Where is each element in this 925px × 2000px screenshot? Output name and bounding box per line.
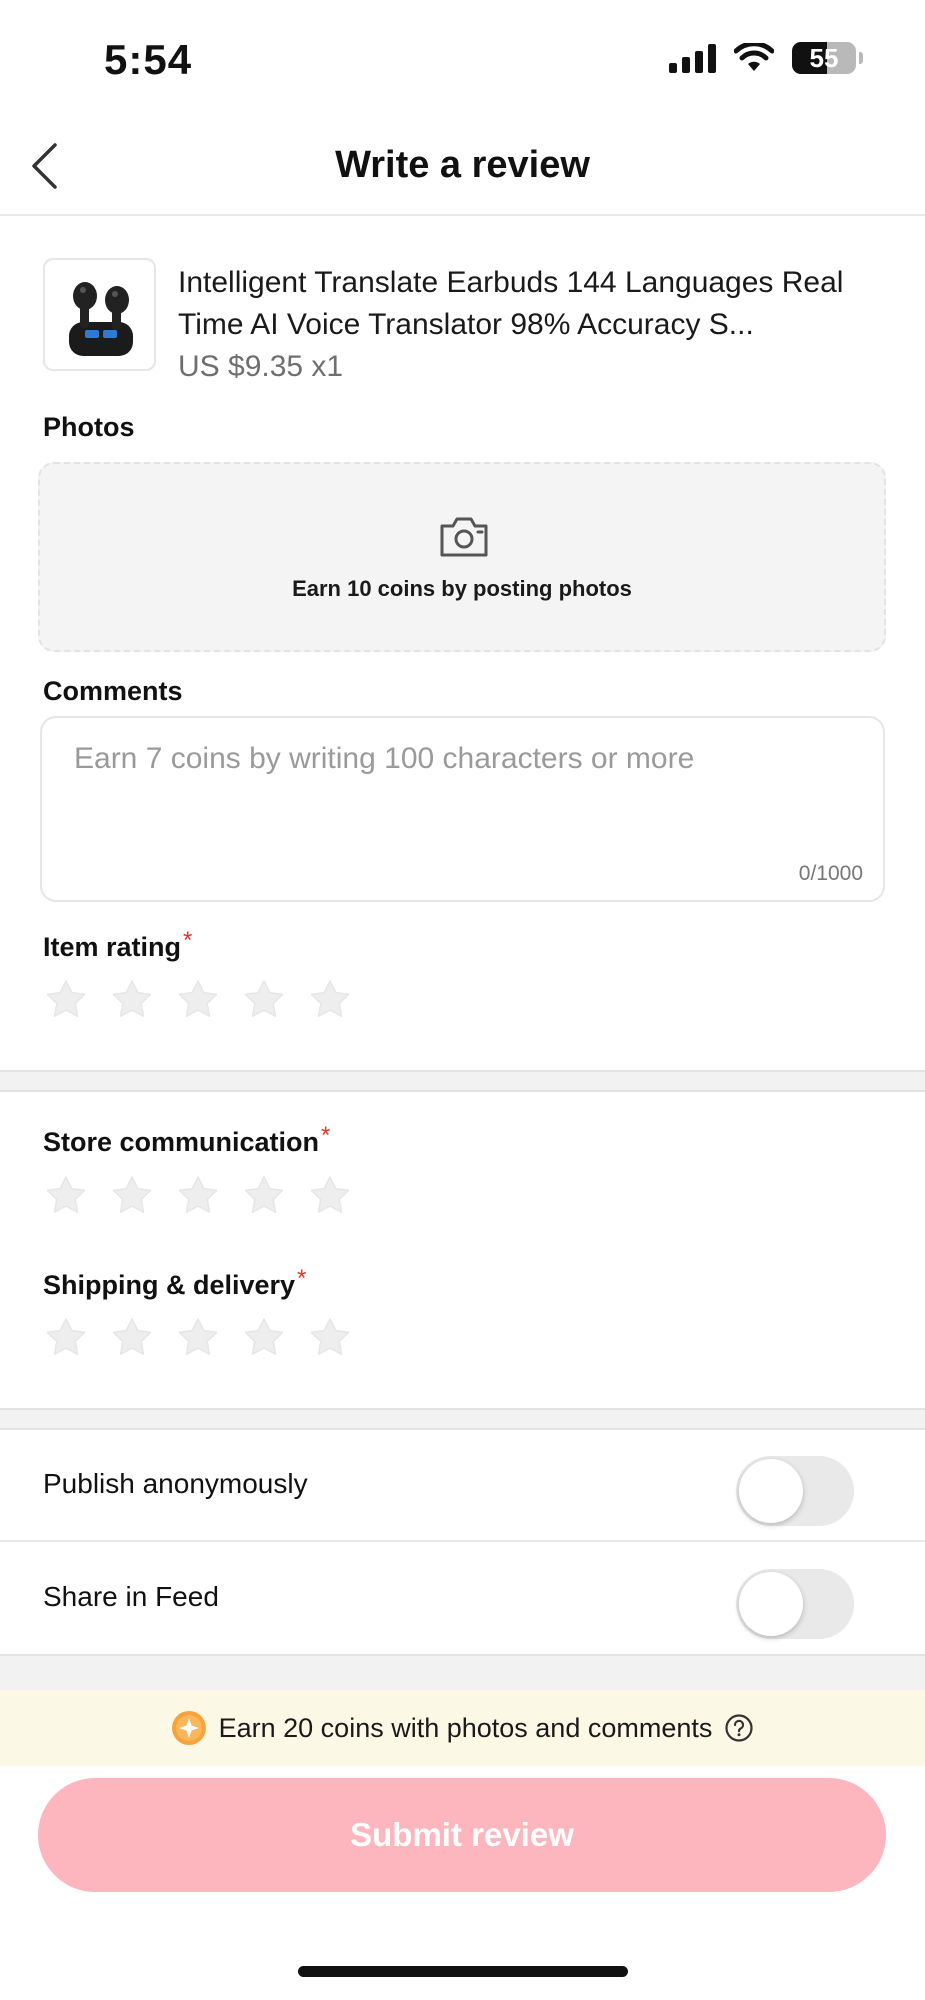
home-indicator [298, 1966, 628, 1977]
photos-label: Photos [43, 412, 135, 442]
wifi-icon [734, 43, 774, 71]
battery-level: 55 [809, 43, 839, 73]
star-icon[interactable] [176, 1174, 220, 1218]
item-rating-label: Item rating* [43, 927, 192, 963]
section-divider [0, 1070, 925, 1092]
star-icon[interactable] [110, 978, 154, 1022]
item-rating-stars [44, 978, 352, 1022]
coins-banner-text: Earn 20 coins with photos and comments [218, 1712, 713, 1743]
store-communication-text: Store communication [43, 1127, 320, 1157]
page-title: Write a review [335, 144, 590, 186]
publish-anonymously-label: Publish anonymously [43, 1468, 308, 1499]
star-icon[interactable] [308, 978, 352, 1022]
battery-icon: 55 [792, 42, 863, 74]
star-icon[interactable] [176, 978, 220, 1022]
row-divider [0, 1540, 925, 1542]
share-in-feed-row: Share in Feed [0, 1543, 925, 1655]
status-icons: 55 [669, 42, 863, 74]
required-marker: * [297, 1265, 307, 1292]
product-summary: Intelligent Translate Earbuds 144 Langua… [43, 258, 883, 388]
publish-anonymously-toggle[interactable] [736, 1456, 854, 1526]
character-counter: 0/1000 [798, 862, 863, 885]
star-icon[interactable] [242, 1174, 286, 1218]
shipping-delivery-stars [44, 1316, 352, 1360]
signal-icon [669, 43, 716, 73]
star-icon[interactable] [110, 1174, 154, 1218]
store-communication-stars [44, 1174, 352, 1218]
camera-icon [440, 517, 488, 557]
store-communication-label: Store communication* [43, 1122, 330, 1158]
star-icon[interactable] [44, 978, 88, 1022]
star-icon[interactable] [242, 978, 286, 1022]
comment-input[interactable]: Earn 7 coins by writing 100 characters o… [40, 716, 885, 902]
section-divider [0, 1654, 925, 1690]
product-price: US $9.35 x1 [178, 350, 344, 383]
toggle-knob [739, 1459, 803, 1523]
status-bar: 5:54 55 [0, 0, 925, 120]
star-icon[interactable] [110, 1316, 154, 1360]
star-icon[interactable] [44, 1316, 88, 1360]
star-icon[interactable] [242, 1316, 286, 1360]
section-divider [0, 1408, 925, 1430]
publish-anonymously-row: Publish anonymously [0, 1430, 925, 1542]
share-in-feed-toggle[interactable] [736, 1569, 854, 1639]
shipping-delivery-text: Shipping & delivery [43, 1270, 296, 1300]
photo-upload-hint: Earn 10 coins by posting photos [292, 576, 632, 601]
status-time: 5:54 [104, 36, 193, 83]
required-marker: * [183, 927, 193, 954]
coins-banner: Earn 20 coins with photos and comments [0, 1690, 925, 1766]
item-rating-text: Item rating [43, 932, 182, 962]
comments-label: Comments [43, 676, 183, 706]
coin-icon [171, 1711, 206, 1745]
star-icon[interactable] [176, 1316, 220, 1360]
nav-header: Write a review [0, 120, 925, 216]
help-icon[interactable] [724, 1713, 754, 1743]
star-icon[interactable] [308, 1174, 352, 1218]
star-icon[interactable] [308, 1316, 352, 1360]
product-name: Intelligent Translate Earbuds 144 Langua… [178, 266, 844, 341]
star-icon[interactable] [44, 1174, 88, 1218]
required-marker: * [321, 1122, 331, 1149]
share-in-feed-label: Share in Feed [43, 1581, 219, 1612]
shipping-delivery-label: Shipping & delivery* [43, 1265, 306, 1301]
toggle-knob [739, 1572, 803, 1636]
submit-review-button[interactable]: Submit review [38, 1778, 886, 1892]
photo-upload-area[interactable]: Earn 10 coins by posting photos [38, 462, 886, 652]
comment-placeholder: Earn 7 coins by writing 100 characters o… [74, 742, 695, 775]
product-image [43, 258, 156, 371]
